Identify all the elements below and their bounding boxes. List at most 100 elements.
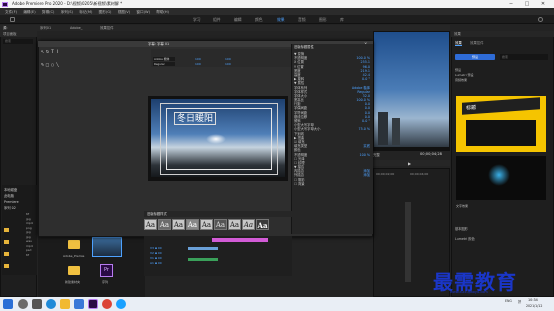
- folder-icon: [4, 228, 9, 232]
- qq-icon[interactable]: [116, 299, 126, 309]
- premiere-taskbar-icon[interactable]: [88, 299, 98, 309]
- chrome-icon[interactable]: [102, 299, 112, 309]
- edge-icon[interactable]: [46, 299, 56, 309]
- menu-view[interactable]: 视图(V): [118, 10, 130, 14]
- folder-icon[interactable]: [68, 240, 80, 249]
- media-label: 新建素材夹: [65, 280, 81, 284]
- style-swatch[interactable]: Aa: [256, 219, 269, 230]
- audio-clip[interactable]: [188, 258, 218, 261]
- task-view-icon[interactable]: [32, 299, 42, 309]
- font-size-value[interactable]: 100: [195, 57, 201, 61]
- close-button[interactable]: ✕: [536, 0, 550, 8]
- kerning-value[interactable]: 100: [225, 57, 231, 61]
- workspace-graphics[interactable]: 图形: [319, 15, 327, 24]
- search-taskbar-icon[interactable]: [18, 299, 28, 309]
- clock-time: 10:34: [528, 298, 538, 302]
- tab-effect-controls-right[interactable]: 效果控件: [470, 40, 484, 45]
- basic-graphics-label: 基本图形: [455, 227, 468, 231]
- clip-bar[interactable]: [212, 238, 268, 242]
- font-family-select[interactable]: Adobe 楷体: [153, 57, 175, 61]
- styles-swatches: Aa Aa Aa Aa Aa Aa Aa Aa Aa: [144, 219, 292, 235]
- dialog-title: 字幕: 字幕 01: [148, 42, 170, 46]
- menu-edit[interactable]: 编辑(E): [23, 10, 35, 14]
- leading-value[interactable]: 100: [195, 62, 201, 66]
- vertical-type-tool-icon[interactable]: Ⅰ: [55, 49, 60, 54]
- building-shape: [378, 112, 388, 145]
- video-clip[interactable]: [188, 247, 218, 250]
- lumetri-label: Lumetri 颜色: [455, 237, 475, 241]
- tray-ime[interactable]: 拼: [518, 299, 521, 304]
- file-ext[interactable]: mp4: [26, 221, 33, 226]
- tab-effects[interactable]: 效果: [455, 40, 462, 46]
- search-icon[interactable]: [538, 17, 543, 22]
- file-ext[interactable]: tif: [26, 253, 33, 258]
- project-panel-header: 项目面板: [0, 31, 37, 37]
- workspace-editing[interactable]: 编辑: [234, 15, 242, 24]
- minimize-button[interactable]: ─: [504, 0, 518, 8]
- style-swatch[interactable]: Aa: [172, 219, 185, 230]
- effects-list: 预设 Lumetri 预设 音频效果: [455, 68, 474, 83]
- property-value[interactable]: 添加: [363, 173, 370, 177]
- tab-adobe[interactable]: Adobe_: [70, 25, 82, 31]
- preset-button[interactable]: 预设: [455, 54, 495, 60]
- title-tools: ↖ ↻ T Ⅰ ✎ □ ○ ╲: [40, 49, 62, 75]
- menu-clip[interactable]: 剪辑(C): [42, 10, 55, 14]
- workspace-effects[interactable]: 效果: [277, 15, 285, 24]
- effects-search-input[interactable]: 搜索: [500, 54, 548, 60]
- style-swatch[interactable]: Aa: [186, 219, 199, 230]
- title-text-box[interactable]: 冬日暖阳: [174, 112, 216, 125]
- property-value[interactable]: 0.0 °: [362, 119, 370, 123]
- properties-list: ▼ 变换 不透明度 100.0 % X 位置 255.1 Y 位置 96.0 宽度 219.1 高…: [294, 52, 370, 186]
- sequence-timeline: [144, 236, 292, 276]
- menu-marker[interactable]: 标记(M): [79, 10, 92, 14]
- menu-help[interactable]: 帮助(H): [156, 10, 169, 14]
- line-tool-icon[interactable]: ╲: [55, 62, 60, 67]
- workspace-libraries[interactable]: 库: [340, 15, 344, 24]
- properties-title: 旧版标题属性: [294, 45, 314, 49]
- program-fit-select[interactable]: 完整: [373, 152, 380, 157]
- maximize-button[interactable]: □: [520, 0, 534, 8]
- property-value[interactable]: 75.0 %: [358, 127, 370, 131]
- menu-window[interactable]: 窗口(W): [136, 10, 150, 14]
- workspace-assembly[interactable]: 组件: [213, 15, 221, 24]
- style-swatch[interactable]: Aa: [242, 219, 255, 230]
- tray-lang[interactable]: ENG: [505, 299, 512, 303]
- sky-thumbnail[interactable]: [92, 237, 122, 257]
- property-value[interactable]: 实底: [363, 144, 370, 148]
- building-shape: [392, 118, 400, 145]
- tracking-value[interactable]: 100: [225, 62, 231, 66]
- folder-taskbar-icon[interactable]: [60, 299, 70, 309]
- menu-graphics[interactable]: 图形(G): [99, 10, 112, 14]
- workspace-audio[interactable]: 音频: [298, 15, 306, 24]
- property-value[interactable]: 0.0 °: [362, 77, 370, 81]
- tab-effect-controls[interactable]: 效果控件: [100, 25, 114, 31]
- effects-panel-header: 效果: [451, 31, 554, 37]
- home-icon[interactable]: [10, 17, 15, 22]
- property-label: ☐ 背景: [294, 181, 305, 186]
- style-swatch[interactable]: Aa: [144, 219, 157, 230]
- project-search-input[interactable]: 搜索: [3, 39, 33, 44]
- file-ext[interactable]: wav: [26, 239, 33, 244]
- menu-sequence[interactable]: 序列(S): [61, 10, 73, 14]
- workspace-color[interactable]: 颜色: [255, 15, 263, 24]
- start-icon[interactable]: [3, 299, 13, 309]
- window-title: Adobe Premiere Pro 2020 - D:\视频\0205\新视频…: [0, 0, 554, 8]
- folder-icon[interactable]: [68, 266, 80, 275]
- tab-seq01[interactable]: 序列01: [40, 25, 51, 31]
- premiere-sequence-icon[interactable]: Pr: [100, 264, 113, 277]
- effects-list-item[interactable]: 音频效果: [455, 78, 474, 83]
- audio-meter: [405, 202, 411, 282]
- style-swatch[interactable]: Aa: [214, 219, 227, 230]
- property-row[interactable]: ☐ 背景: [294, 182, 370, 186]
- workspace-learn[interactable]: 学习: [193, 15, 201, 24]
- tree-item[interactable]: 序列 02: [4, 205, 16, 211]
- property-value[interactable]: 100 %: [360, 153, 370, 157]
- style-swatch[interactable]: Aa: [158, 219, 171, 230]
- store-icon[interactable]: [74, 299, 84, 309]
- style-swatch[interactable]: Aa: [200, 219, 213, 230]
- style-swatch[interactable]: Aa: [228, 219, 241, 230]
- play-button[interactable]: ▶: [408, 161, 411, 166]
- media-label: Adobe_Premie: [63, 254, 85, 258]
- menu-file[interactable]: 文件(F): [5, 10, 17, 14]
- font-style-select[interactable]: Regular: [153, 62, 175, 66]
